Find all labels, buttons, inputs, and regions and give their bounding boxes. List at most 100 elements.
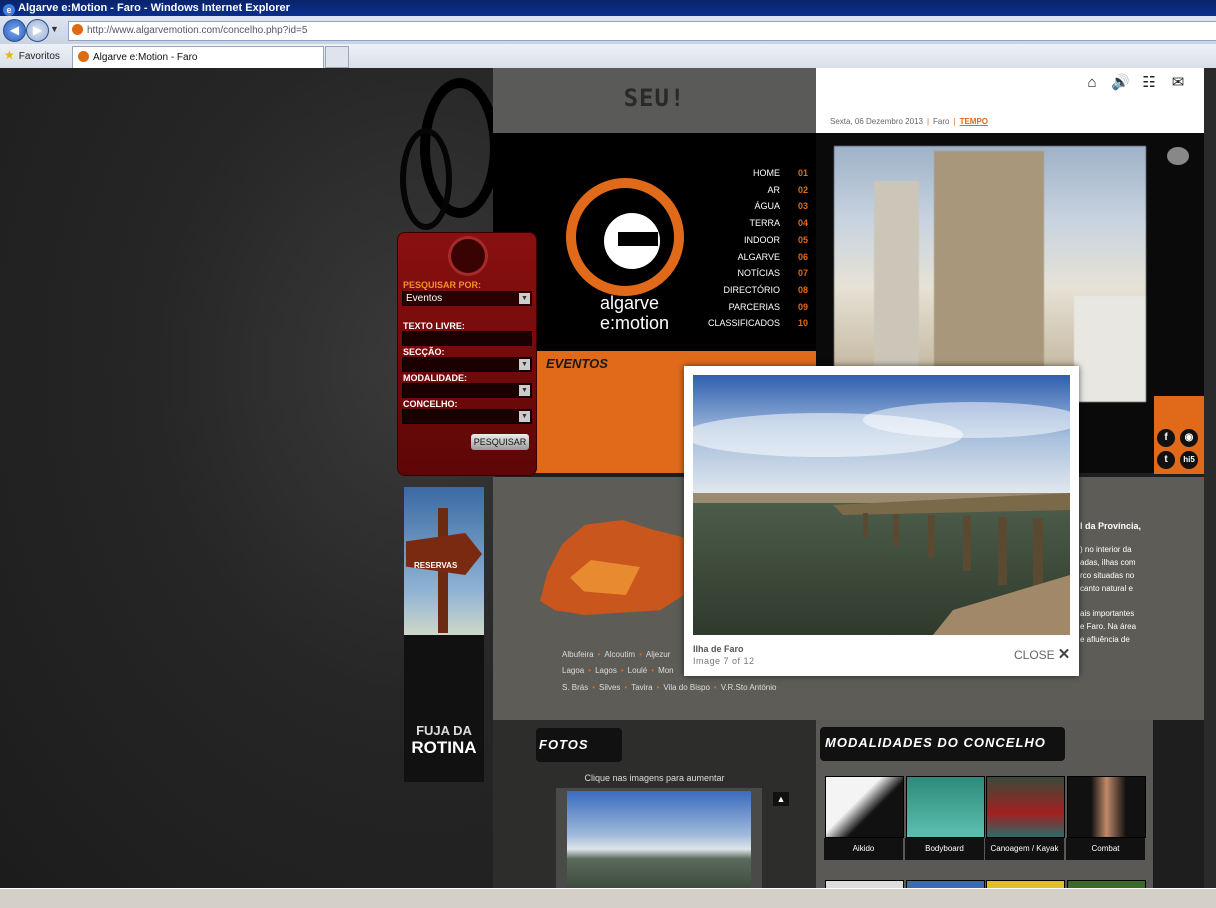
rss-icon[interactable]: ◉ xyxy=(1180,429,1198,447)
county-link[interactable]: Lagoa xyxy=(562,666,584,675)
tab-active[interactable]: Algarve e:Motion - Faro xyxy=(72,46,324,68)
tribal-decoration xyxy=(400,128,452,230)
favorites-button[interactable]: ★ Favoritos xyxy=(4,48,60,62)
search-by-label: PESQUISAR POR: xyxy=(403,280,482,290)
section-title: EVENTOS xyxy=(546,356,608,371)
weather-icon xyxy=(1167,147,1189,165)
county-link[interactable]: Aljezur xyxy=(646,650,670,659)
header-photo xyxy=(834,146,1146,402)
home-icon[interactable]: ⌂ xyxy=(1083,74,1101,92)
county-link[interactable]: Loulé xyxy=(628,666,648,675)
free-text-input[interactable] xyxy=(402,331,532,346)
lightbox-image[interactable] xyxy=(693,375,1070,635)
twitter-icon[interactable]: t xyxy=(1157,451,1175,469)
modality-label[interactable]: Bodyboard xyxy=(905,838,984,860)
menu-item-number: 09 xyxy=(797,301,808,312)
county-link[interactable]: Silves xyxy=(599,683,620,692)
new-tab-button[interactable] xyxy=(325,46,349,68)
modality-thumbnail[interactable] xyxy=(825,776,904,838)
separator-dot: • xyxy=(713,683,717,692)
speaker-icon[interactable]: 🔊 xyxy=(1111,74,1130,92)
menu-item[interactable]: AR 02 xyxy=(690,182,808,198)
back-icon[interactable]: ◀ xyxy=(3,19,26,42)
separator-dot: • xyxy=(597,650,601,659)
search-button[interactable]: PESQUISAR xyxy=(471,434,529,450)
county-select[interactable]: ▼ xyxy=(402,409,532,424)
window-title: Algarve e:Motion - Faro - Windows Intern… xyxy=(18,2,290,14)
menu-item-number: 05 xyxy=(797,234,808,245)
modality-thumbnail[interactable] xyxy=(986,776,1065,838)
mail-icon[interactable]: ✉ xyxy=(1169,74,1187,92)
banner-text: SEU! xyxy=(623,84,686,112)
lightbox-caption: Ilha de Faro xyxy=(693,644,744,654)
weather-link[interactable]: TEMPO xyxy=(960,117,988,126)
menu-item[interactable]: ALGARVE 06 xyxy=(690,249,808,265)
menu-item-label: PARCERIAS xyxy=(728,301,780,312)
menu-item-number: 03 xyxy=(797,201,808,212)
site-favicon xyxy=(72,24,83,35)
county-link[interactable]: Alcoutim xyxy=(604,650,635,659)
search-type-select[interactable]: Eventos ▼ xyxy=(402,291,532,306)
facebook-icon[interactable]: f xyxy=(1157,429,1175,447)
county-link[interactable]: Albufeira xyxy=(562,650,594,659)
menu-item-number: 08 xyxy=(797,284,808,295)
sitemap-icon[interactable]: ☷ xyxy=(1140,74,1158,92)
county-links-row: Lagoa • Lagos • Loulé • Mon xyxy=(562,666,674,675)
chevron-down-icon: ▼ xyxy=(519,359,530,370)
reservas-label[interactable]: RESERVAS xyxy=(414,561,457,570)
fotos-heading: FOTOS xyxy=(539,737,589,752)
star-icon: ★ xyxy=(4,48,15,62)
separator-dot: • xyxy=(651,666,655,675)
modality-label[interactable]: Aikido xyxy=(824,838,903,860)
county-link[interactable]: Tavira xyxy=(631,683,652,692)
fotos-hint: Clique nas imagens para aumentar xyxy=(584,773,725,783)
county-link[interactable]: S. Brás xyxy=(562,683,588,692)
menu-item-number: 02 xyxy=(797,184,808,195)
photo-thumbnail[interactable] xyxy=(567,791,751,888)
hi5-icon[interactable]: hi5 xyxy=(1180,451,1198,469)
menu-item[interactable]: CLASSIFICADOS 10 xyxy=(690,315,808,331)
lightbox-close-button[interactable]: CLOSE ✕ xyxy=(1014,645,1070,663)
modality-select[interactable]: ▼ xyxy=(402,383,532,398)
county-link[interactable]: Mon xyxy=(658,666,674,675)
menu-item-label: NOTÍCIAS xyxy=(737,268,780,279)
site-favicon xyxy=(78,51,89,62)
modality-label[interactable]: Canoagem / Kayak xyxy=(985,838,1064,860)
menu-item-label: AR xyxy=(767,184,780,195)
modalidades-heading: MODALIDADES DO CONCELHO xyxy=(825,735,1046,750)
menu-item[interactable]: HOME 01 xyxy=(690,165,808,181)
menu-item-label: DIRECTÓRIO xyxy=(723,284,780,295)
county-link[interactable]: V.R.Sto António xyxy=(721,683,777,692)
url-field[interactable]: http://www.algarvemotion.com/concelho.ph… xyxy=(68,21,1216,41)
history-dropdown-icon[interactable]: ▼ xyxy=(50,24,59,34)
free-text-label: TEXTO LIVRE: xyxy=(403,321,465,331)
chevron-down-icon: ▼ xyxy=(519,411,530,422)
logo-text: e:motion xyxy=(600,313,670,333)
menu-item-label: ÁGUA xyxy=(754,201,780,212)
menu-item-label: CLASSIFICADOS xyxy=(707,318,780,329)
menu-item-number: 10 xyxy=(797,318,808,329)
menu-item[interactable]: DIRECTÓRIO 08 xyxy=(690,282,808,298)
menu-item[interactable]: TERRA 04 xyxy=(690,215,808,231)
modality-thumbnail[interactable] xyxy=(1067,776,1146,838)
county-link[interactable]: Vila do Bispo xyxy=(663,683,710,692)
menu-item-number: 04 xyxy=(797,218,808,229)
menu-item[interactable]: INDOOR 05 xyxy=(690,232,808,248)
chevron-down-icon: ▼ xyxy=(519,293,530,304)
modality-thumbnail[interactable] xyxy=(906,776,985,838)
menu-item-label: INDOOR xyxy=(744,234,780,245)
forward-icon[interactable]: ▶ xyxy=(26,19,49,42)
separator-dot: • xyxy=(588,666,592,675)
menu-item[interactable]: PARCERIAS 09 xyxy=(690,299,808,315)
county-links-row: S. Brás • Silves • Tavira • Vila do Bispo • V.R.… xyxy=(562,683,776,692)
modality-label[interactable]: Combat xyxy=(1066,838,1145,860)
section-select[interactable]: ▼ xyxy=(402,357,532,372)
page-right-edge xyxy=(1204,68,1216,888)
chevron-down-icon: ▼ xyxy=(519,385,530,396)
scroll-up-icon[interactable]: ▲ xyxy=(773,792,789,806)
separator-dot: • xyxy=(656,683,660,692)
menu-item-number: 07 xyxy=(797,268,808,279)
menu-item[interactable]: ÁGUA 03 xyxy=(690,198,808,214)
menu-item[interactable]: NOTÍCIAS 07 xyxy=(690,265,808,281)
county-link[interactable]: Lagos xyxy=(595,666,617,675)
